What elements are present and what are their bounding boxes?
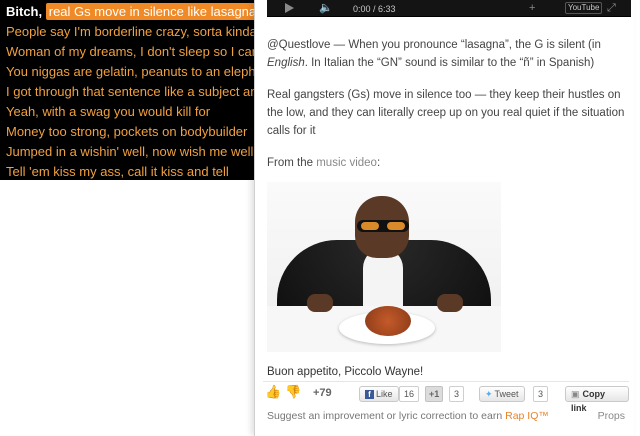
annotation-body: @Questlove — When you pronounce “lasagna… bbox=[267, 36, 629, 378]
google-plus-button[interactable]: +1 bbox=[425, 386, 444, 402]
lyric-line[interactable]: Yeah, with a swag you would kill for bbox=[0, 102, 262, 122]
lyric-line[interactable]: Woman of my dreams, I don't sleep so I c… bbox=[0, 42, 262, 62]
annotation-actions-bar: 👍 👎 +79 f Like 16 +1 3 ✦ Tweet 3 ▣ Copy lin… bbox=[263, 381, 629, 413]
thumbs-up-icon[interactable]: 👍 bbox=[265, 385, 281, 399]
lyric-line[interactable]: I got through that sentence like a subje… bbox=[0, 82, 262, 102]
lyric-lead: Bitch, bbox=[6, 4, 43, 19]
link-icon: ▣ bbox=[571, 389, 580, 399]
thumbs-down-icon[interactable]: 👎 bbox=[285, 385, 301, 399]
footer-text: Suggest an improvement or lyric correcti… bbox=[267, 410, 506, 422]
lyric-line[interactable]: Bitch, real Gs move in silence like lasa… bbox=[0, 2, 262, 22]
video-player-controls: 🔈 0:00 / 6:33 + YouTube ⤢ bbox=[267, 0, 631, 17]
figure-hand bbox=[437, 294, 463, 312]
play-icon[interactable] bbox=[285, 3, 294, 13]
annotation-paragraph: Real gangsters (Gs) move in silence too … bbox=[267, 89, 625, 137]
figure-hand bbox=[307, 294, 333, 312]
annotation-signoff: Buon appetito, Piccolo Wayne! bbox=[267, 366, 424, 378]
video-time: 0:00 / 6:33 bbox=[353, 4, 396, 14]
facebook-like-button[interactable]: f Like bbox=[359, 386, 399, 402]
twitter-bird-icon: ✦ bbox=[485, 389, 493, 399]
youtube-logo[interactable]: YouTube bbox=[565, 2, 603, 14]
volume-icon[interactable]: 🔈 bbox=[319, 3, 333, 14]
emphasis-text: English bbox=[267, 57, 305, 69]
highlighted-lyric[interactable]: real Gs move in silence like lasagna bbox=[45, 3, 260, 20]
like-count: 16 bbox=[399, 386, 420, 402]
lyric-line[interactable]: People say I'm borderline crazy, sorta k… bbox=[0, 22, 262, 42]
like-label: Like bbox=[376, 389, 393, 399]
google-plus-count: 3 bbox=[449, 386, 465, 402]
vote-score: +79 bbox=[313, 387, 332, 399]
text-run: @Questlove — When you pronounce “lasagna… bbox=[267, 39, 601, 51]
text-run: : bbox=[376, 157, 381, 169]
lyric-line[interactable]: You niggas are gelatin, peanuts to an el… bbox=[0, 62, 262, 82]
annotation-popup: 🔈 0:00 / 6:33 + YouTube ⤢ @Questlove — W… bbox=[254, 0, 634, 436]
plus-icon[interactable]: + bbox=[529, 3, 535, 14]
annotation-paragraph: @Questlove — When you pronounce “lasagna… bbox=[267, 36, 629, 72]
fullscreen-icon[interactable]: ⤢ bbox=[607, 3, 616, 14]
figure-food bbox=[365, 306, 411, 336]
tweet-button[interactable]: ✦ Tweet bbox=[479, 386, 525, 402]
figure-sunglasses bbox=[357, 220, 409, 232]
tweet-label: Tweet bbox=[494, 389, 519, 399]
music-video-link[interactable]: music video bbox=[316, 157, 377, 169]
text-run: From the bbox=[267, 157, 317, 169]
text-run: . In Italian the “GN” sound is similar t… bbox=[304, 57, 595, 69]
props-link[interactable]: Props bbox=[598, 410, 625, 422]
rap-iq-link[interactable]: Rap IQ™ bbox=[505, 410, 549, 422]
copy-link-button[interactable]: ▣ Copy link bbox=[565, 386, 629, 413]
tweet-count: 3 bbox=[533, 386, 549, 402]
music-video-still-image bbox=[267, 182, 501, 352]
lyric-line[interactable]: Jumped in a wishin' well, now wish me we… bbox=[0, 142, 262, 162]
facebook-icon: f bbox=[365, 390, 374, 399]
annotation-paragraph: From the music video: bbox=[267, 154, 629, 172]
lyric-line[interactable]: Tell 'em kiss my ass, call it kiss and t… bbox=[0, 162, 262, 180]
lyric-line[interactable]: Money too strong, pockets on bodybuilder bbox=[0, 122, 262, 142]
annotation-footer: Suggest an improvement or lyric correcti… bbox=[267, 410, 629, 422]
lyrics-panel: Bitch, real Gs move in silence like lasa… bbox=[0, 0, 262, 180]
